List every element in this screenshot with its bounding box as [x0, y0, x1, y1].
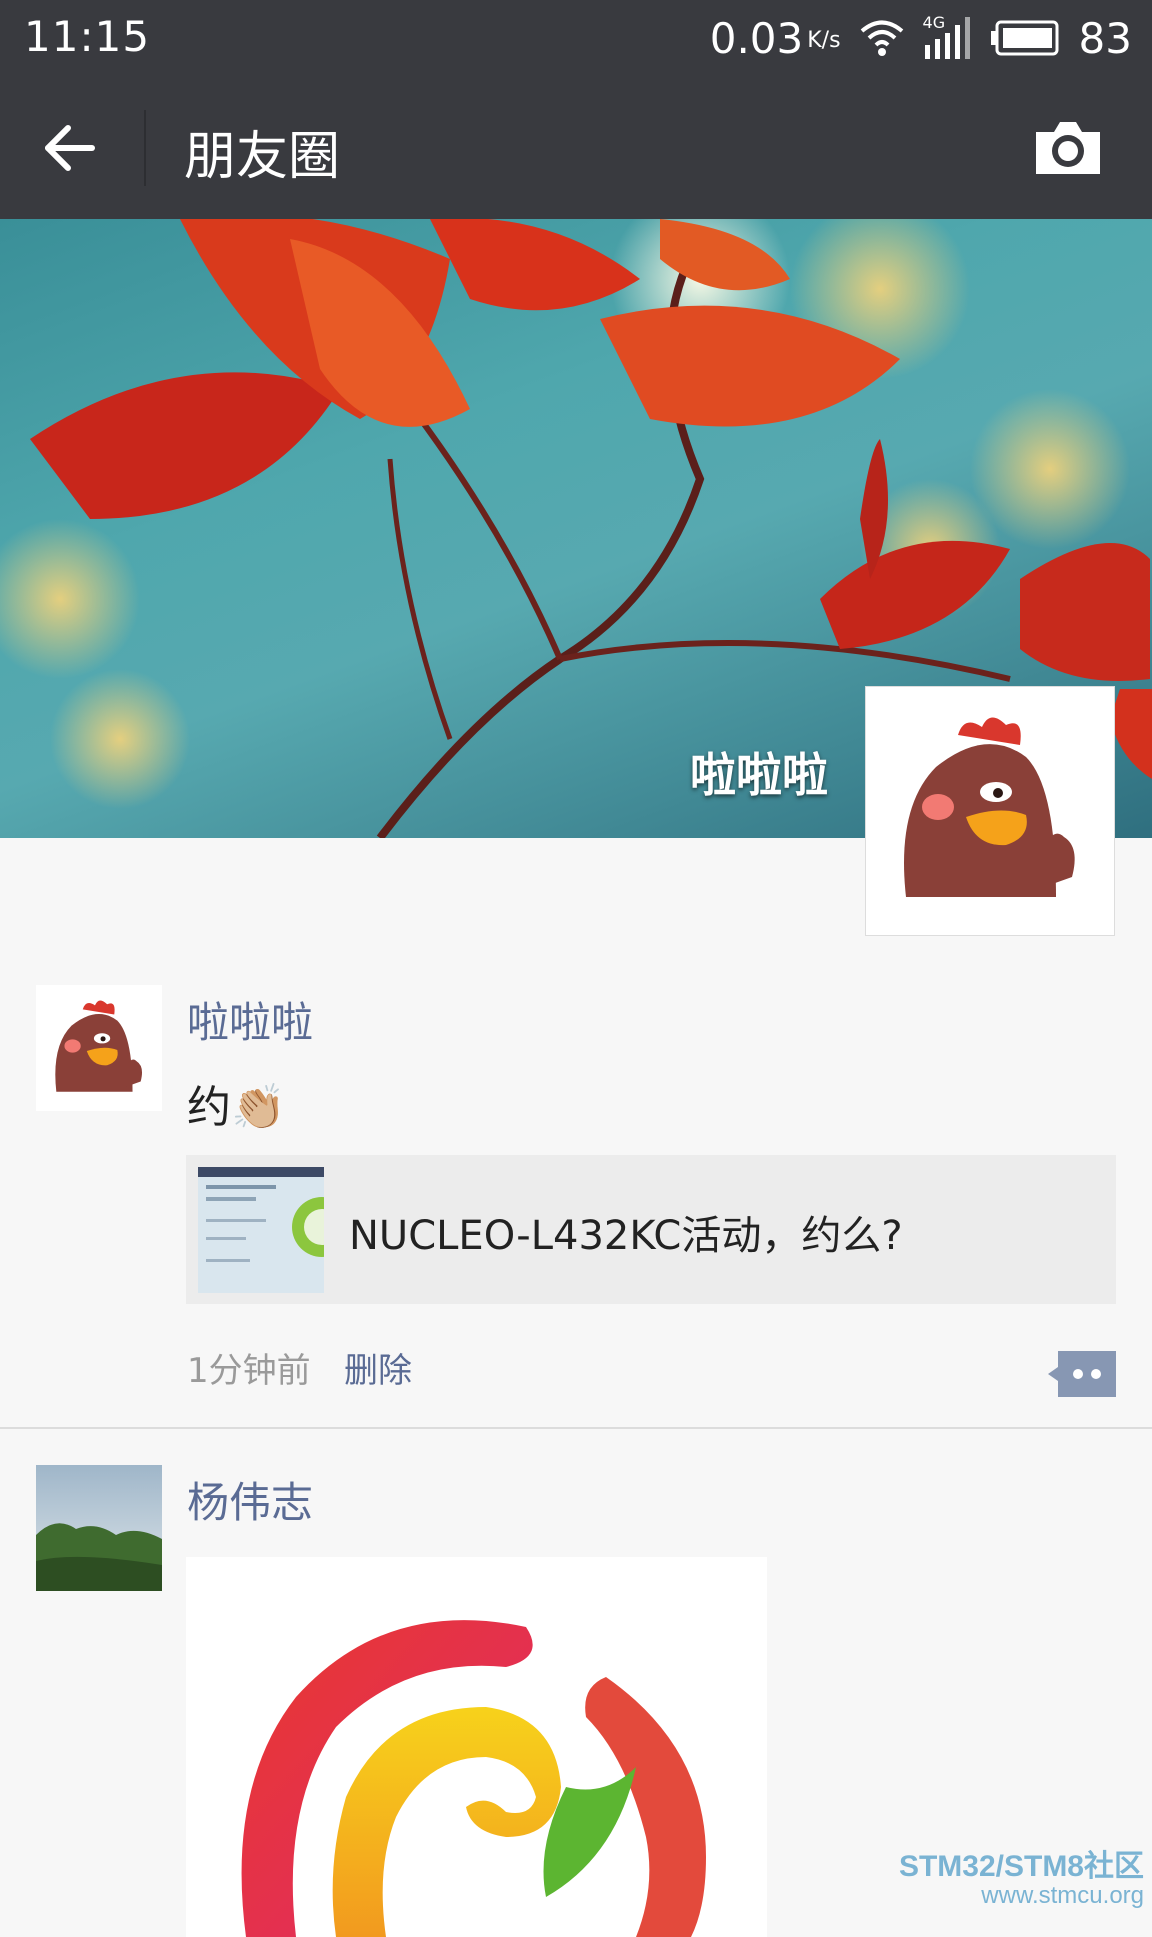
- moment-post: 啦啦啦 约👏🏼 NUCLEO-L432KC活动，约么? 1分钟前 删除: [0, 985, 1152, 1425]
- watermark-line2: www.stmcu.org: [981, 1881, 1144, 1909]
- signal-indicator: 4G: [923, 13, 973, 61]
- battery-icon: [990, 20, 1059, 56]
- link-thumbnail: [198, 1167, 324, 1293]
- network-speed: 0.03 K/s: [710, 14, 841, 63]
- author-avatar[interactable]: [36, 1465, 162, 1591]
- status-bar: 11:15 0.03 K/s 4G 83: [0, 0, 1152, 78]
- author-avatar[interactable]: [36, 985, 162, 1111]
- battery-percentage: 83: [1078, 13, 1132, 63]
- cover-user-name: 啦啦啦: [690, 748, 828, 802]
- nav-divider: [144, 110, 146, 186]
- signal-icon: [924, 17, 970, 59]
- camera-icon[interactable]: [1032, 118, 1104, 178]
- status-indicators: 0.03 K/s 4G 83: [710, 12, 1132, 64]
- nucleo-thumbnail-image: [198, 1167, 324, 1293]
- post-text-body: 约: [187, 1082, 231, 1133]
- link-title: NUCLEO-L432KC活动，约么?: [349, 1213, 903, 1259]
- post-image[interactable]: [186, 1557, 767, 1937]
- post-text: 约👏🏼: [187, 1071, 286, 1135]
- logo-swirl-image: [241, 1620, 706, 1937]
- shared-link-card[interactable]: NUCLEO-L432KC活动，约么?: [186, 1155, 1116, 1304]
- comment-icon[interactable]: [1048, 1351, 1116, 1397]
- page-title: 朋友圈: [184, 127, 341, 187]
- author-name[interactable]: 杨伟志: [187, 1469, 313, 1530]
- nav-bar: 朋友圈: [0, 78, 1152, 219]
- network-speed-value: 0.03: [709, 13, 804, 63]
- status-time: 11:15: [24, 12, 151, 61]
- post-divider: [0, 1427, 1152, 1429]
- arrow-left-icon[interactable]: [40, 118, 100, 178]
- site-watermark: STM32/STM8社区 www.stmcu.org: [899, 1851, 1144, 1908]
- wifi-icon: [860, 20, 903, 56]
- profile-avatar[interactable]: [865, 686, 1115, 936]
- network-speed-unit: K/s: [807, 27, 841, 53]
- chicken-avatar-image: [904, 717, 1075, 897]
- author-name[interactable]: 啦啦啦: [187, 989, 313, 1050]
- post-timestamp: 1分钟前: [187, 1351, 311, 1391]
- chicken-avatar-image: [55, 1000, 143, 1092]
- clapping-hands-emoji: 👏🏼: [231, 1082, 286, 1133]
- watermark-line1: STM32/STM8社区: [898, 1850, 1144, 1884]
- landscape-avatar-image: [36, 1465, 162, 1591]
- delete-button[interactable]: 删除: [344, 1343, 412, 1392]
